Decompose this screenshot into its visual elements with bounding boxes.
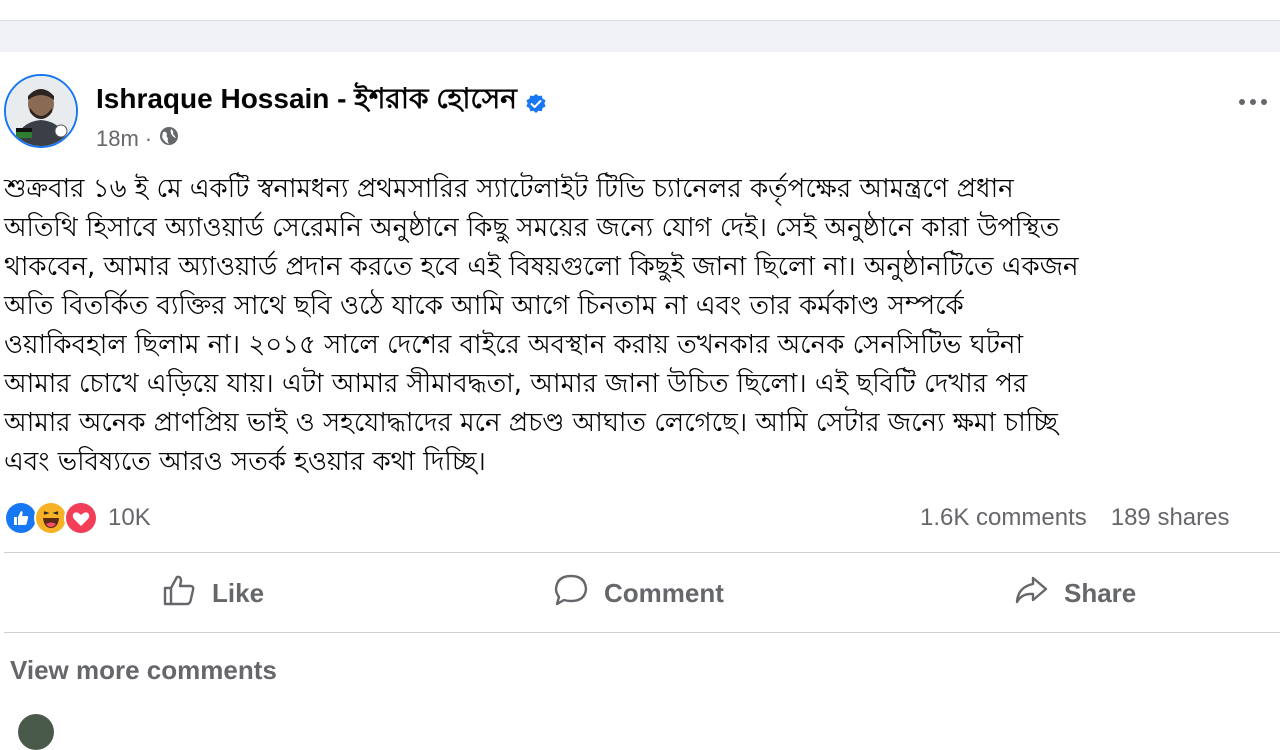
thumbs-up-icon [160,571,198,616]
actions-divider [4,632,1280,633]
reactions-count[interactable]: 10K [108,504,151,532]
post-body: শুক্রবার ১৬ ই মে একটি স্বনামধন্য প্রথমসা… [4,170,1280,482]
view-more-comments-link[interactable]: View more comments [10,655,277,686]
feed-background [0,0,1280,52]
like-reaction-icon [4,501,38,535]
author-name-text[interactable]: Ishraque Hossain - ইশরাক হোসেন [96,77,517,124]
avatar-image [6,76,76,146]
previous-post-edge [0,0,1280,21]
commenter-avatar[interactable] [18,714,54,750]
shares-count[interactable]: 189 shares [1111,504,1230,532]
post-text-line: অতিথি হিসাবে অ্যাওয়ার্ড সেরেমনি অনুষ্ঠা… [4,213,1060,243]
post-text-line: আমার অনেক প্রাণপ্রিয় ভাই ও সহযোদ্ধাদের … [4,408,1058,438]
comments-count[interactable]: 1.6K comments [920,504,1087,532]
post-text-line: শুক্রবার ১৬ ই মে একটি স্বনামধন্য প্রথমসা… [4,174,1014,204]
share-button[interactable]: Share [1012,555,1136,631]
stats-divider [4,552,1280,553]
love-reaction-icon [64,501,98,535]
haha-reaction-icon [34,501,68,535]
engagement-stats: 1.6K comments 189 shares [920,504,1280,532]
post-actions-bar: Like Comment Share [0,555,1280,631]
post-card: Ishraque Hossain - ইশরাক হোসেন 18m · শুক… [0,52,1280,750]
like-button[interactable]: Like [160,555,264,631]
comment-button[interactable]: Comment [552,555,724,631]
share-arrow-icon [1012,571,1050,616]
post-timestamp[interactable]: 18m [96,126,139,152]
speech-bubble-icon [552,571,590,616]
comment-button-label: Comment [604,577,724,608]
more-options-icon[interactable] [1232,92,1272,112]
post-text-line: আমার চোখে এড়িয়ে যায়। এটা আমার সীমাবদ্… [4,369,1028,399]
post-text-line: এবং ভবিষ্যতে আরও সতর্ক হওয়ার কথা দিচ্ছি… [4,447,486,477]
post-text-line: ওয়াকিবহাল ছিলাম না। ২০১৫ সালে দেশের বাই… [4,330,1023,360]
post-text-line: অতি বিতর্কিত ব্যক্তির সাথে ছবি ওঠে যাকে … [4,291,964,321]
like-button-label: Like [212,577,265,608]
verified-badge-icon [525,90,547,113]
share-button-label: Share [1064,577,1137,608]
author-name[interactable]: Ishraque Hossain - ইশরাক হোসেন [96,77,547,124]
globe-icon[interactable] [158,125,180,153]
author-avatar[interactable] [4,74,78,148]
post-text-line: থাকবেন, আমার অ্যাওয়ার্ড প্রদান করতে হবে… [4,252,1079,282]
meta-separator: · [144,126,153,151]
reaction-summary[interactable]: 10K [4,501,151,535]
post-meta: 18m · [96,125,180,153]
